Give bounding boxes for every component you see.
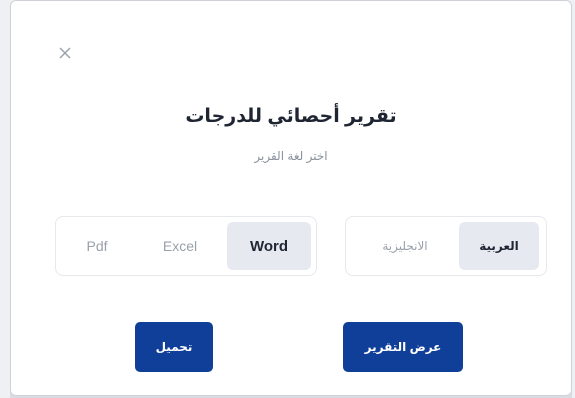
- format-option-word[interactable]: Word: [227, 222, 311, 270]
- format-selector: Pdf Excel Word: [55, 216, 317, 276]
- report-dialog: تقرير أحصائي للدرجات اختر لغة القرير Pdf…: [10, 0, 572, 396]
- dialog-title: تقرير أحصائي للدرجات: [185, 106, 397, 127]
- download-button[interactable]: تحميل: [135, 322, 213, 372]
- dialog-subtitle: اختر لغة القرير: [254, 149, 328, 163]
- format-option-excel[interactable]: Excel: [133, 222, 227, 270]
- language-option-english[interactable]: الانجليزية: [351, 222, 459, 270]
- view-report-button[interactable]: عرض التقرير: [343, 322, 463, 372]
- close-icon[interactable]: [55, 43, 75, 63]
- format-option-pdf[interactable]: Pdf: [61, 222, 133, 270]
- language-option-arabic[interactable]: العربية: [459, 222, 539, 270]
- language-selector: الانجليزية العربية: [345, 216, 547, 276]
